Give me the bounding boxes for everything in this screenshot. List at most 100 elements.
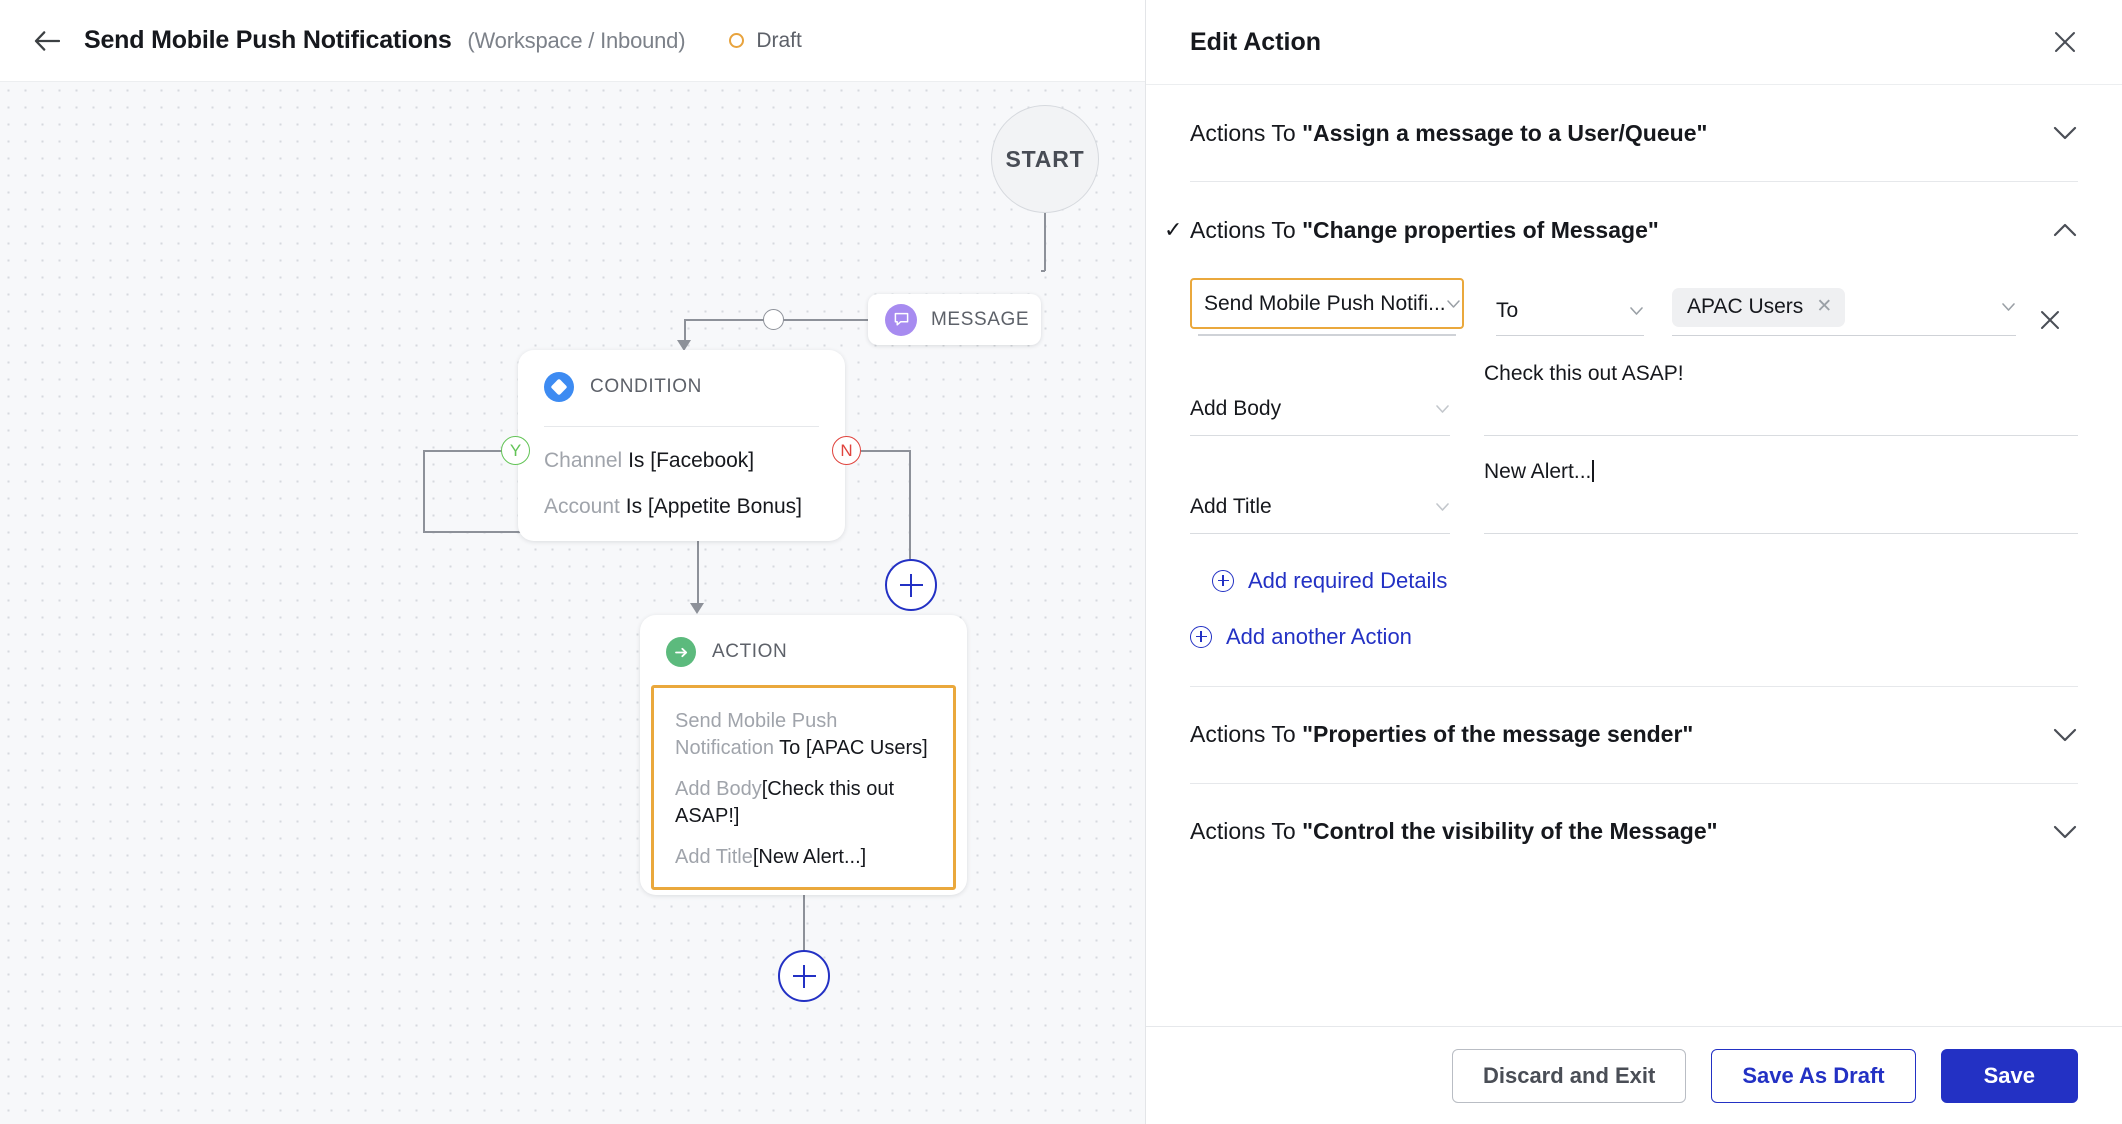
connector-yes-left	[423, 450, 503, 452]
save-label: Save	[1983, 1062, 2035, 1088]
chevron-down-icon[interactable]	[2052, 727, 2078, 743]
accordion-prefix: Actions To	[1190, 721, 1303, 747]
connector-message-left	[782, 319, 870, 321]
flow-canvas[interactable]: START MESSAGE CONDITION Channel Is [Face…	[0, 82, 1145, 1124]
condition-node-label: CONDITION	[590, 376, 703, 397]
page-title: Send Mobile Push Notifications (Workspac…	[84, 26, 686, 55]
connector-joint-left	[684, 319, 764, 321]
message-node[interactable]: MESSAGE	[868, 294, 1041, 345]
status-dot-icon	[729, 33, 745, 48]
plus-circle-icon	[1190, 625, 1212, 648]
start-label: START	[1005, 145, 1085, 172]
chevron-down-icon	[1446, 299, 1461, 309]
save-button[interactable]: Save	[1940, 1048, 2078, 1103]
chevron-down-icon[interactable]	[2052, 824, 2078, 840]
accordion-prefix: Actions To	[1190, 818, 1303, 844]
add-node-button[interactable]	[778, 950, 830, 1002]
accordion-name: "Control the visibility of the Message"	[1302, 818, 1718, 844]
title-field-label: Add Title	[1190, 494, 1272, 518]
page-subtitle: (Workspace / Inbound)	[467, 28, 686, 53]
preposition-select[interactable]: To	[1496, 299, 1644, 336]
add-another-action-link[interactable]: Add another Action	[1190, 624, 2078, 650]
condition-rule-row: Channel Is [Facebook]	[544, 449, 819, 473]
accordion-header-assign[interactable]: Actions To "Assign a message to a User/Q…	[1190, 85, 2078, 181]
accordion-header-change-properties[interactable]: ✓ Actions To "Change properties of Messa…	[1164, 182, 2078, 278]
connector-joint-dot[interactable]	[763, 309, 784, 330]
action-type-select[interactable]: Send Mobile Push Notifi...	[1190, 278, 1464, 329]
back-arrow-icon[interactable]	[28, 22, 66, 60]
diamond-icon	[544, 372, 574, 402]
close-icon[interactable]	[2052, 29, 2078, 55]
accordion-label: Actions To "Assign a message to a User/Q…	[1190, 120, 1707, 147]
condition-yes-label: Y	[509, 440, 522, 460]
condition-yes-badge[interactable]: Y	[501, 436, 530, 465]
action-node-highlight-box[interactable]: Send Mobile Push Notification To [APAC U…	[651, 685, 956, 890]
save-as-draft-button[interactable]: Save As Draft	[1711, 1048, 1916, 1103]
action-line-value: To [APAC Users]	[779, 736, 928, 759]
condition-node[interactable]: CONDITION Channel Is [Facebook] Account …	[518, 350, 845, 541]
title-field-select[interactable]: Add Title	[1190, 495, 1450, 534]
chevron-down-icon	[1435, 404, 1450, 414]
connector-start-down	[1044, 213, 1046, 271]
action-line-value: [New Alert...]	[752, 846, 867, 869]
chip-close-icon[interactable]: ✕	[1816, 295, 1832, 318]
panel-footer: Discard and Exit Save As Draft Save	[1146, 1026, 2122, 1124]
edit-action-panel: Edit Action Actions To "Assign a message…	[1146, 0, 2122, 1124]
chevron-down-icon[interactable]	[2001, 302, 2016, 312]
discard-and-exit-button[interactable]: Discard and Exit	[1451, 1048, 1687, 1103]
action-node[interactable]: ACTION Send Mobile Push Notification To …	[640, 615, 967, 895]
condition-node-header: CONDITION	[544, 372, 819, 402]
condition-rule-value: Is [Facebook]	[628, 449, 755, 472]
field-row-body: Add Body Check this out ASAP!	[1190, 362, 2078, 436]
preposition-value: To	[1496, 298, 1519, 322]
start-node[interactable]: START	[991, 105, 1099, 213]
arrowhead-action	[690, 603, 704, 614]
title-input[interactable]: New Alert...	[1484, 459, 2078, 534]
connector-no-down	[909, 450, 911, 560]
title-input-value: New Alert...	[1484, 459, 1592, 483]
message-node-label: MESSAGE	[931, 308, 1030, 330]
workflow-pane: Send Mobile Push Notifications (Workspac…	[0, 0, 1146, 1124]
accordion-content: Send Mobile Push Notifi... To APAC Users…	[1190, 278, 2078, 686]
condition-rule-field: Channel	[544, 449, 623, 472]
condition-no-badge[interactable]: N	[832, 436, 861, 465]
body-input[interactable]: Check this out ASAP!	[1484, 362, 2078, 436]
accordion-header-sender-properties[interactable]: Actions To "Properties of the message se…	[1190, 687, 2078, 783]
chevron-down-icon	[1629, 306, 1644, 316]
recipients-field[interactable]: APAC Users ✕	[1672, 287, 2016, 336]
accordion-name: "Properties of the message sender"	[1302, 721, 1694, 747]
chevron-up-icon[interactable]	[2052, 222, 2078, 238]
panel-body: Actions To "Assign a message to a User/Q…	[1146, 85, 2122, 1026]
accordion-name: "Change properties of Message"	[1302, 216, 1659, 243]
connector-action-down	[803, 895, 805, 951]
action-config-row: Send Mobile Push Notifi... To APAC Users…	[1190, 278, 2078, 336]
remove-row-icon[interactable]	[2038, 308, 2062, 332]
panel-header: Edit Action	[1146, 0, 2122, 85]
connector-yes-to-action	[697, 531, 699, 610]
discard-label: Discard and Exit	[1482, 1062, 1656, 1088]
accordion-section-visibility: Actions To "Control the visibility of th…	[1190, 784, 2078, 880]
condition-rule-value: Is [Appetite Bonus]	[625, 495, 803, 518]
panel-title: Edit Action	[1190, 27, 1322, 56]
accordion-label: Actions To "Properties of the message se…	[1190, 721, 1693, 748]
accordion-name: "Assign a message to a User/Queue"	[1302, 119, 1708, 146]
accordion-section-assign: Actions To "Assign a message to a User/Q…	[1190, 85, 2078, 182]
recipient-chip-label: APAC Users	[1687, 294, 1804, 318]
chevron-down-icon[interactable]	[2052, 125, 2078, 141]
condition-no-label: N	[840, 440, 853, 460]
arrow-right-circle-icon	[666, 637, 696, 667]
status-label: Draft	[756, 28, 802, 52]
add-node-button[interactable]	[885, 559, 937, 611]
accordion-prefix: Actions To	[1190, 216, 1303, 243]
recipient-chip[interactable]: APAC Users ✕	[1672, 287, 1846, 327]
action-select-wrap: Send Mobile Push Notifi...	[1190, 278, 1464, 336]
body-field-select[interactable]: Add Body	[1190, 397, 1450, 436]
status-badge: Draft	[729, 29, 802, 53]
action-node-label: ACTION	[712, 641, 788, 662]
add-required-details-label: Add required Details	[1248, 567, 1448, 593]
action-node-header: ACTION	[640, 615, 967, 667]
add-required-details-link[interactable]: Add required Details	[1212, 568, 2078, 594]
accordion-header-visibility[interactable]: Actions To "Control the visibility of th…	[1190, 784, 2078, 880]
accordion-label: Actions To "Change properties of Message…	[1190, 217, 1659, 244]
body-field-label: Add Body	[1190, 396, 1282, 420]
